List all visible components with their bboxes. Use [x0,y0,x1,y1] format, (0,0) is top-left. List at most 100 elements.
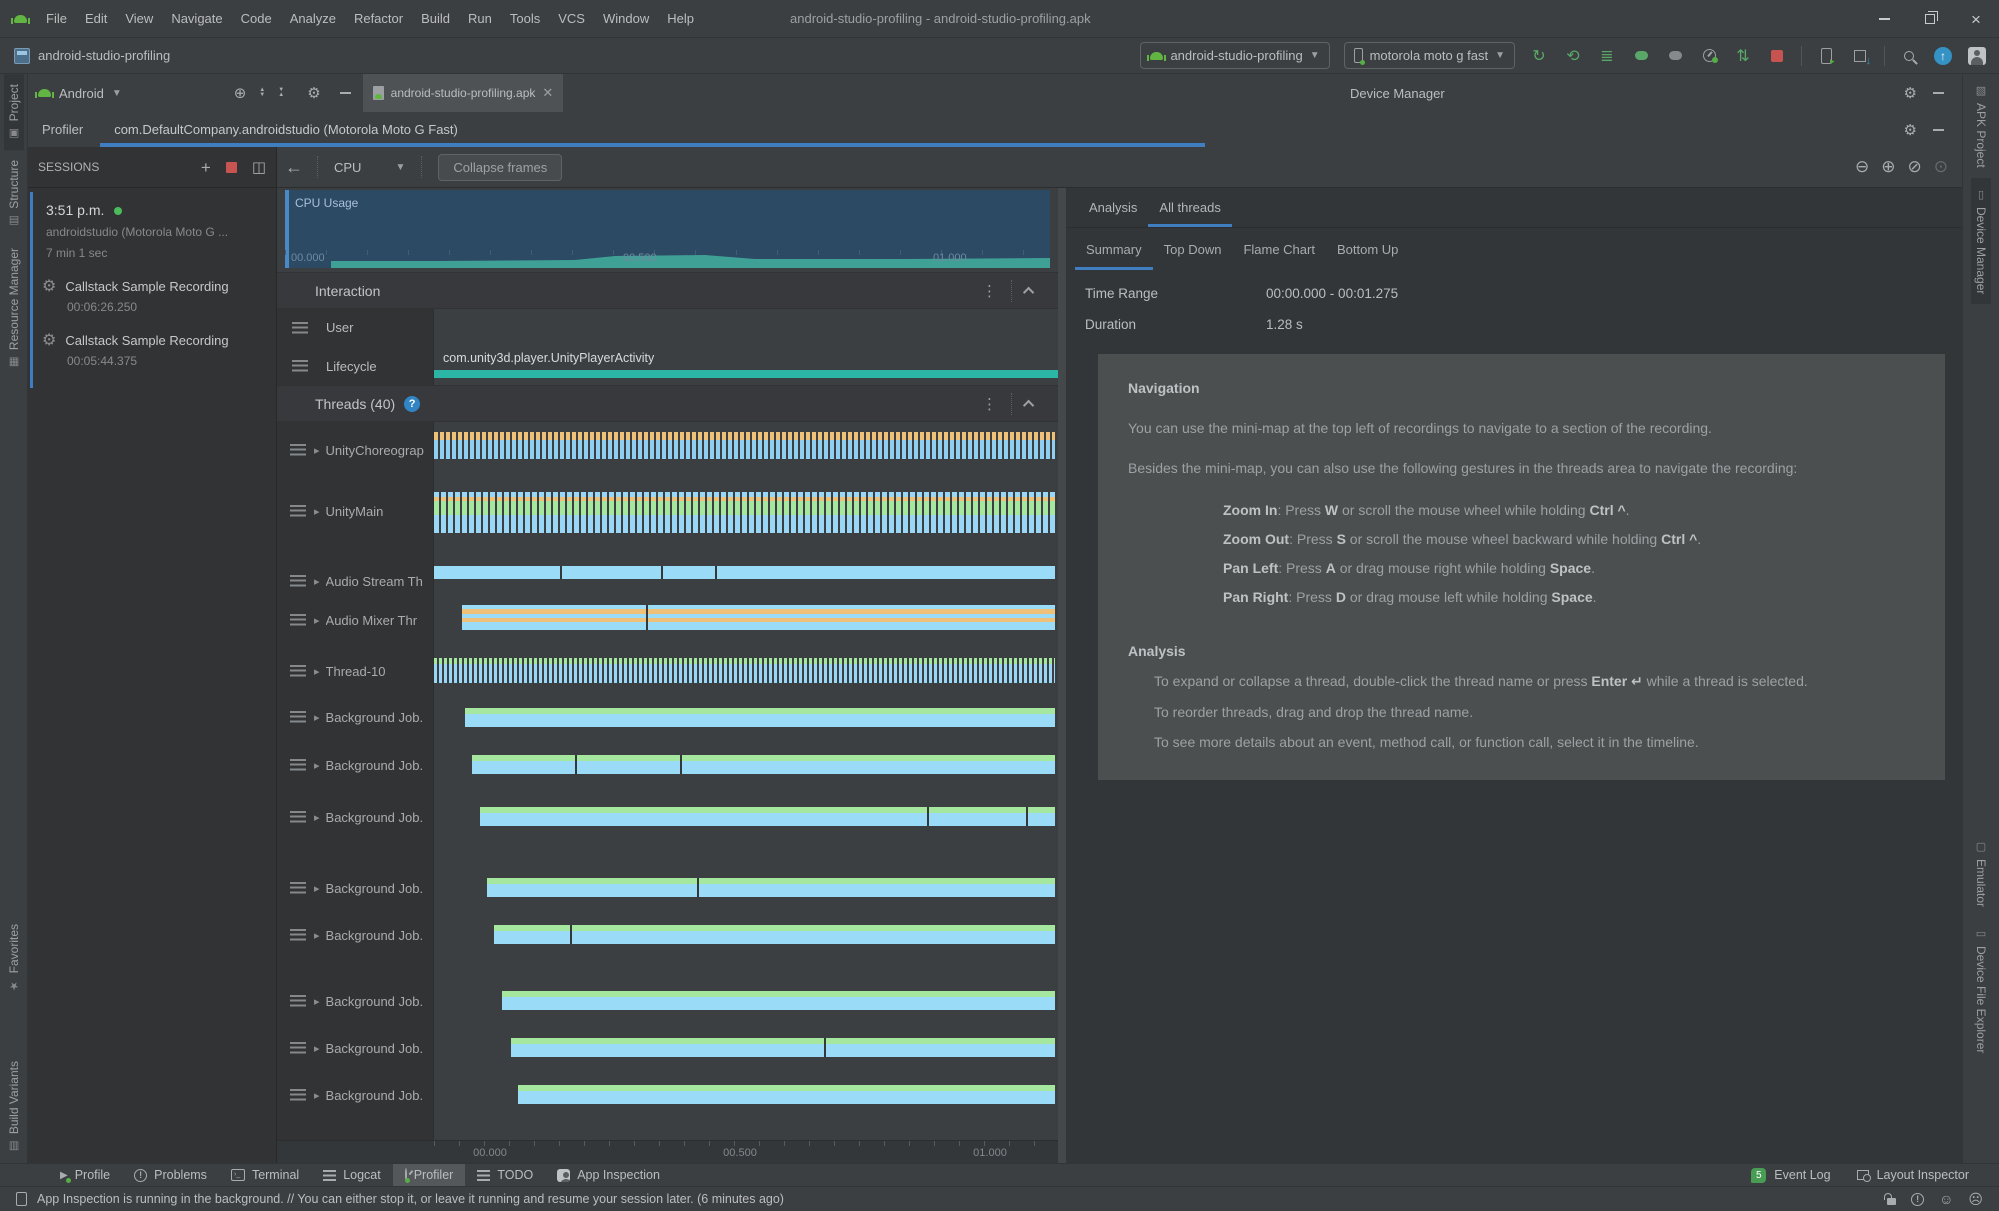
thread-row-label[interactable]: ▸Audio Stream Th [277,568,434,594]
collapse-section-icon[interactable] [1023,286,1034,297]
thread-row-label[interactable]: ▸Background Job. [277,922,434,948]
thread-row-label[interactable]: ▸UnityMain [277,498,434,524]
menu-file[interactable]: File [37,0,76,38]
menu-code[interactable]: Code [232,0,281,38]
gear-icon[interactable]: ⚙ [307,84,320,102]
thread-activity-bar[interactable] [494,925,1055,944]
tab-all-threads[interactable]: All threads [1148,200,1231,227]
close-icon[interactable]: ✕ [542,85,553,101]
reset-zoom-icon[interactable]: ⊘ [1908,157,1922,177]
profile-button[interactable] [1699,46,1719,66]
search-everywhere-button[interactable] [1899,46,1919,66]
drag-handle-icon[interactable] [290,1089,306,1101]
thread-row-label[interactable]: ▸UnityChoreograp [277,437,434,463]
tab-flame-chart[interactable]: Flame Chart [1232,242,1326,270]
expand-arrow-icon[interactable]: ▸ [314,711,320,724]
thread-activity-bar[interactable] [465,708,1055,727]
menu-help[interactable]: Help [658,0,703,38]
drag-handle-icon[interactable] [292,322,308,334]
thread-row-label[interactable]: ▸Background Job. [277,752,434,778]
toolbar-item-logcat[interactable]: Logcat [311,1164,393,1187]
hide-panel-icon[interactable] [1933,129,1944,131]
lifecycle-activity-bar[interactable] [434,370,1058,378]
thread-row-label[interactable]: ▸Background Job. [277,988,434,1014]
close-button[interactable]: × [1953,0,1999,38]
sad-face-icon[interactable]: ☹ [1968,1191,1983,1208]
recording-item[interactable]: ⚙ Callstack Sample Recording [28,260,276,296]
expand-all-icon[interactable]: ▲▼ [259,88,265,98]
drag-handle-icon[interactable] [290,614,306,626]
apply-code-changes-button[interactable]: ≣ [1597,46,1617,66]
avatar[interactable] [1967,46,1987,66]
menu-tools[interactable]: Tools [501,0,549,38]
sidebar-item-build-variants[interactable]: ▥ Build Variants [4,1003,24,1163]
thread-row-label[interactable]: ▸Background Job. [277,875,434,901]
drag-handle-icon[interactable] [290,995,306,1007]
toolbar-item-terminal[interactable]: ›_ Terminal [219,1164,311,1187]
thread-activity-bar[interactable] [434,432,1055,459]
thread-row-label[interactable]: ▸Background Job. [277,1082,434,1108]
menu-edit[interactable]: Edit [76,0,116,38]
running-devices-button[interactable] [1816,46,1836,66]
device-select[interactable]: motorola moto g fast ▼ [1344,42,1515,69]
toolbar-item-profiler[interactable]: Profiler [393,1164,466,1187]
thread-activity-bar[interactable] [518,1085,1055,1104]
ide-update-icon[interactable]: ↑ [1933,46,1953,66]
expand-arrow-icon[interactable]: ▸ [314,614,320,627]
project-view-select[interactable]: Android ▼ [28,86,122,101]
sidebar-item-favorites[interactable]: ★ Favorites [4,914,24,1002]
thread-row-label[interactable]: ▸Background Job. [277,1035,434,1061]
sidebar-item-device-manager[interactable]: ▯ Device Manager [1971,178,1991,304]
gear-icon[interactable]: ⚙ [1904,121,1917,139]
toolbar-item-problems[interactable]: ! Problems [122,1164,219,1187]
event-log-button[interactable]: 5 Event Log [1751,1168,1830,1183]
zoom-in-icon[interactable]: ⊕ [1881,157,1895,177]
thread-activity-bar[interactable] [462,605,1055,630]
add-session-button[interactable]: + [201,159,211,176]
expand-arrow-icon[interactable]: ▸ [314,444,320,457]
stop-button[interactable] [1767,46,1787,66]
sidebar-item-structure[interactable]: ▤ Structure [4,150,24,238]
threads-section-header[interactable]: Threads (40) ? ⋮ [277,385,1058,422]
recording-item[interactable]: ⚙ Callstack Sample Recording [28,314,276,350]
collapse-sessions-panel-icon[interactable]: ◫ [252,158,266,176]
drag-handle-icon[interactable] [290,711,306,723]
interaction-section-header[interactable]: Interaction ⋮ [277,272,1058,309]
lock-icon[interactable] [1887,1198,1896,1205]
expand-arrow-icon[interactable]: ▸ [314,929,320,942]
thread-activity-bar[interactable] [502,991,1055,1010]
restore-button[interactable] [1907,0,1953,38]
project-widget[interactable]: android-studio-profiling [14,48,170,64]
interaction-row-lifecycle[interactable]: Lifecycle [277,347,1058,385]
cpu-usage-chart[interactable]: CPU Usage 00.000 00.500 01.000 [285,190,1050,268]
drag-handle-icon[interactable] [290,1042,306,1054]
thread-row-label[interactable]: ▸Thread-10 [277,658,434,684]
menu-view[interactable]: View [116,0,162,38]
menu-refactor[interactable]: Refactor [345,0,412,38]
metric-select[interactable]: CPU ▼ [322,160,417,175]
sidebar-item-device-file-explorer[interactable]: ▭ Device File Explorer [1971,917,1991,1163]
menu-window[interactable]: Window [594,0,658,38]
thread-row-label[interactable]: ▸Background Job. [277,804,434,830]
thread-activity-bar[interactable] [472,755,1055,774]
drag-handle-icon[interactable] [290,882,306,894]
thread-row-label[interactable]: ▸Audio Mixer Thr [277,607,434,633]
thread-activity-bar[interactable] [487,878,1055,897]
thread-activity-bar[interactable] [434,492,1055,533]
thread-activity-bar[interactable] [480,807,1055,826]
back-arrow-icon[interactable]: ← [277,157,313,178]
minimize-button[interactable] [1861,0,1907,38]
drag-handle-icon[interactable] [290,929,306,941]
tab-bottom-up[interactable]: Bottom Up [1326,242,1409,270]
toolbar-item-todo[interactable]: TODO [465,1164,545,1187]
help-icon[interactable]: ? [404,396,420,412]
collapse-all-icon[interactable]: ▼▲ [278,88,284,98]
tab-analysis[interactable]: Analysis [1078,200,1148,227]
status-message-group[interactable]: App Inspection is running in the backgro… [0,1192,784,1206]
device-manager-button[interactable] [1850,46,1870,66]
debug-button[interactable] [1631,46,1651,66]
expand-arrow-icon[interactable]: ▸ [314,882,320,895]
drag-handle-icon[interactable] [290,759,306,771]
expand-arrow-icon[interactable]: ▸ [314,575,320,588]
drag-handle-icon[interactable] [290,575,306,587]
